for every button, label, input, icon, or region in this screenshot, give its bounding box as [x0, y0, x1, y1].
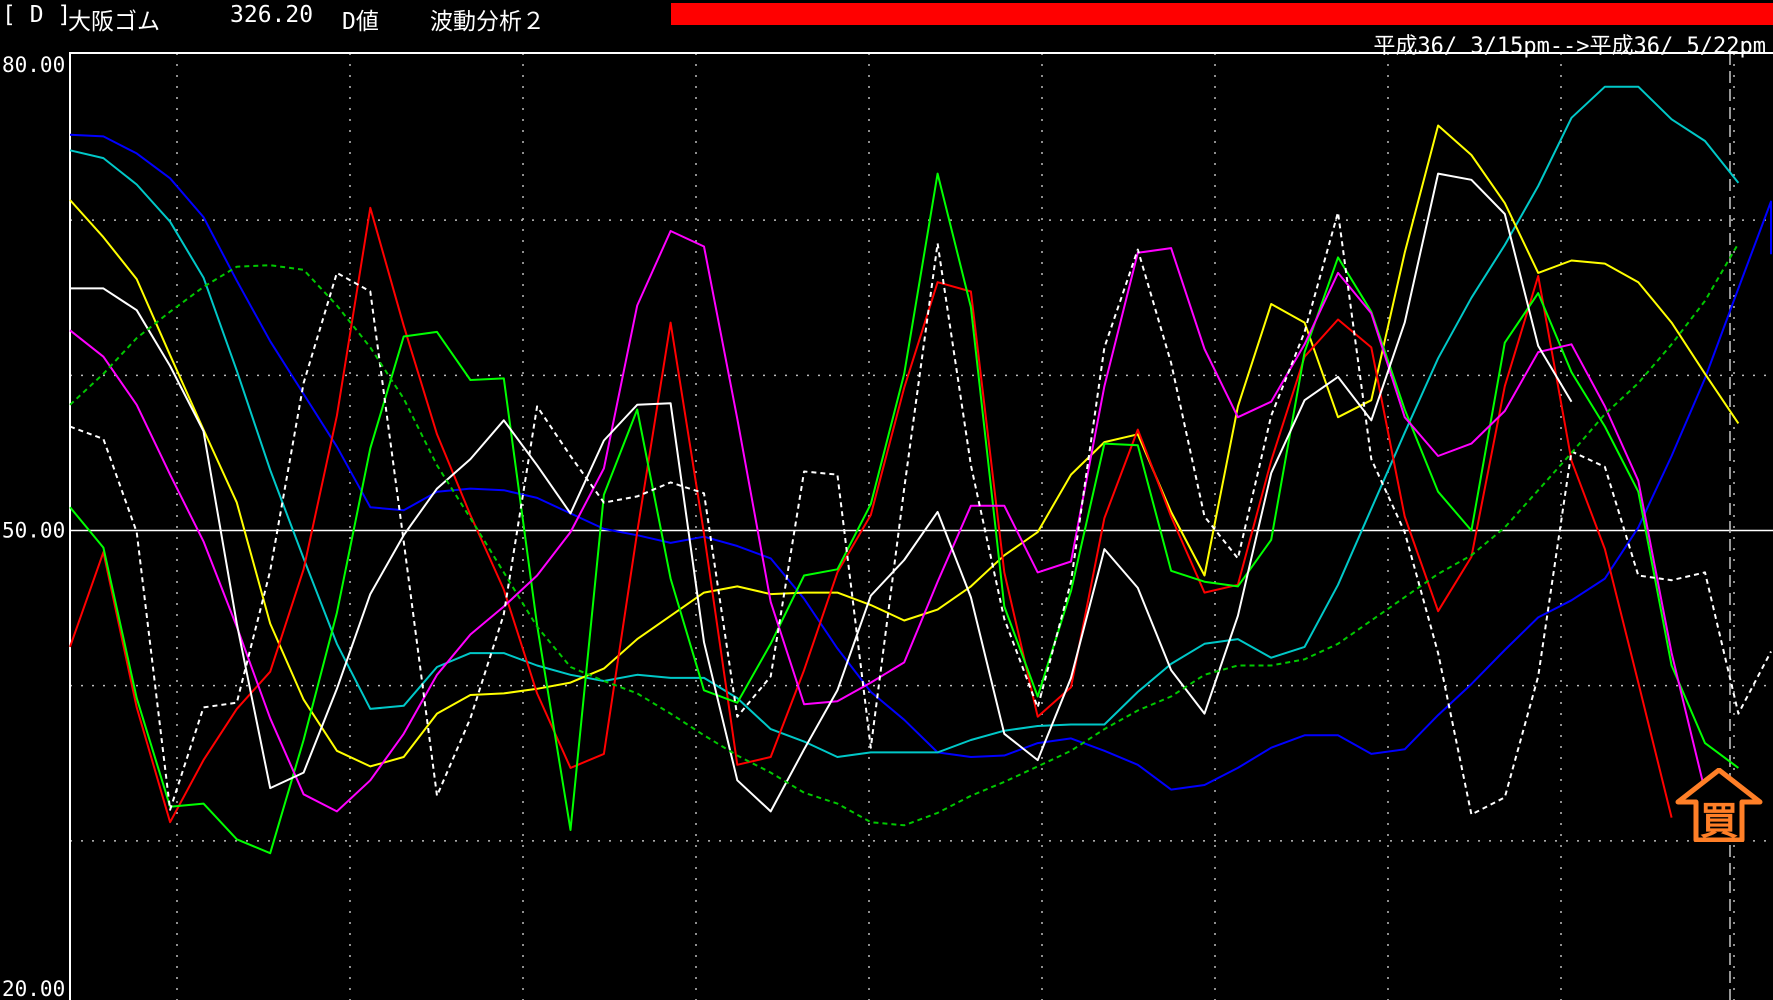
instrument-code: [ D ]: [2, 2, 72, 28]
plot-frame: [69, 52, 1773, 1000]
y-tick-label: 20.00: [2, 977, 65, 1000]
date-range: 平成36/ 3/15pm-->平成36/ 5/22pm: [1373, 34, 1766, 59]
series-line-7: [69, 211, 1772, 816]
series-line-3: [69, 206, 1673, 824]
chart-grid: [70, 53, 1773, 1000]
status-bar-red: [671, 3, 1773, 25]
title-bar: [ D ] 大阪ゴム 326.20 D値 波動分析２: [0, 0, 1773, 35]
chart-canvas: 80.00 50.00 20.00: [2, 52, 1773, 1000]
y-axis-ticks: 80.00 50.00 20.00: [2, 53, 65, 1000]
y-tick-label: 50.00: [2, 519, 65, 543]
indicator-label: D値: [342, 9, 379, 35]
price-value: 326.20: [230, 2, 314, 28]
instrument-name: 大阪ゴム: [68, 9, 160, 35]
analysis-label: 波動分析２: [430, 9, 545, 35]
series-line-4: [69, 172, 1739, 855]
series-line-2: [69, 124, 1740, 768]
y-tick-label: 80.00: [2, 53, 65, 77]
buy-label: 買: [1700, 799, 1738, 842]
buy-signal-icon: 買: [1675, 768, 1763, 842]
series-line-0: [69, 133, 1772, 791]
series-group: [69, 85, 1772, 855]
